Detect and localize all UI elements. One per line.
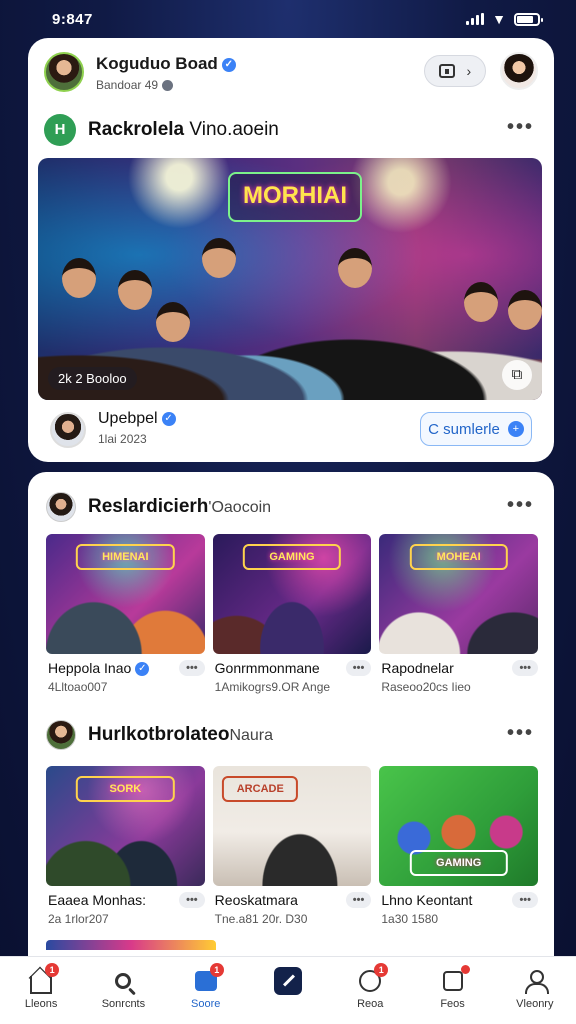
feed-card: Reslardicierh'Oaocoin ••• HIMENAI Heppol… <box>28 472 554 962</box>
item-more-button[interactable]: ••• <box>345 892 372 908</box>
item-more-button[interactable]: ••• <box>179 660 205 676</box>
item-more-button[interactable]: ••• <box>512 660 539 676</box>
featured-post-card: Koguduo Boad ✓ Bandoar 49 › H Rackrolela … <box>28 38 554 462</box>
list-item[interactable]: SORK Eaaea Monhas: 2a 1rlor207 ••• <box>46 766 205 926</box>
signal-icon <box>466 13 485 25</box>
status-time: 9:847 <box>52 11 93 28</box>
list-item[interactable]: ARCADE Reoskatmara Tne.a81 20r. D30 ••• <box>212 766 372 926</box>
battery-icon <box>514 12 543 26</box>
profile-name[interactable]: Koguduo Boad ✓ <box>96 54 236 74</box>
post-icon <box>273 967 302 995</box>
more-options-icon[interactable]: ••• <box>507 722 534 745</box>
next-post-preview <box>46 940 216 950</box>
thumbnail-row: HIMENAI Heppola Inao ✓ 4Lltoao007 ••• GAM… <box>46 534 539 694</box>
globe-icon <box>162 80 174 92</box>
thumbnail-row: SORK Eaaea Monhas: 2a 1rlor207 ••• ARCAD… <box>46 766 539 926</box>
person <box>202 238 236 278</box>
item-subtitle: 1Amikogrs9.OR Ange <box>214 680 331 694</box>
section-header: HurlkotbrolateoNaura ••• <box>44 718 538 752</box>
thumbnail-image[interactable]: SORK <box>46 766 205 886</box>
verified-icon: ✓ <box>135 662 150 677</box>
user-icon <box>524 970 549 994</box>
author-avatar[interactable] <box>50 412 86 448</box>
nav-store[interactable]: 1 Soore <box>170 963 242 1010</box>
thumbnail-image[interactable]: MOHEAI <box>379 534 539 654</box>
person <box>464 282 498 322</box>
item-title: Eaaea Monhas: <box>48 892 147 908</box>
person <box>338 248 372 288</box>
section-header: Reslardicierh'Oaocoin ••• <box>44 490 538 524</box>
person <box>156 302 190 342</box>
list-item[interactable]: GAMING Lhno Keontant 1a30 1580 ••• <box>379 766 539 926</box>
item-subtitle: 4Lltoao007 <box>48 680 108 694</box>
notification-badge: 1 <box>374 963 389 977</box>
notification-badge: 1 <box>45 963 60 977</box>
nav-reactions[interactable]: 1 Reoa <box>334 963 406 1010</box>
thumbnail-image[interactable]: HIMENAI <box>46 534 205 654</box>
bell-icon <box>442 971 463 991</box>
notification-dot <box>460 965 470 974</box>
bottom-nav: 1 Lleons Sonrcnts 1 Soore 1 Reoa Feos Vl… <box>0 956 576 1024</box>
hero-caption: 2k 2 Booloo <box>48 367 137 390</box>
list-item[interactable]: HIMENAI Heppola Inao ✓ 4Lltoao007 ••• <box>46 534 205 694</box>
item-title: Gonrmmonmane <box>214 660 320 676</box>
notification-badge: 1 <box>209 963 224 977</box>
home-icon <box>30 976 53 994</box>
section-avatar[interactable] <box>46 720 76 750</box>
item-title: Lhno Keontant <box>381 892 473 908</box>
page-header: H Rackrolela Vino.aoein ••• <box>44 112 538 146</box>
status-bar: 9:847 ▼ <box>0 0 576 38</box>
list-item[interactable]: GAMING Gonrmmonmane 1Amikogrs9.OR Ange •… <box>212 534 372 694</box>
account-avatar[interactable] <box>500 52 538 90</box>
nav-feeds[interactable]: Feos <box>417 965 489 1010</box>
hero-image[interactable]: MORHIAI 2k 2 Booloo ⧉ <box>38 158 542 400</box>
author-timestamp: 1lai 2023 <box>98 432 147 446</box>
section-avatar[interactable] <box>46 492 76 522</box>
person <box>62 258 96 298</box>
search-icon <box>115 973 132 989</box>
person <box>508 290 542 330</box>
item-more-button[interactable]: ••• <box>512 892 539 908</box>
verified-icon: ✓ <box>161 411 176 426</box>
author-name[interactable]: Upebpel ✓ <box>98 410 176 428</box>
neon-sign: MORHIAI <box>228 172 362 222</box>
page-title[interactable]: Rackrolela Vino.aoein <box>88 119 279 141</box>
page-logo-icon[interactable]: H <box>44 114 76 146</box>
nav-home[interactable]: 1 Lleons <box>5 963 77 1010</box>
item-subtitle: Raseoo20cs Iieo <box>381 680 471 694</box>
verified-icon: ✓ <box>221 57 236 72</box>
item-subtitle: Tne.a81 20r. D30 <box>214 912 308 926</box>
nav-create-post[interactable] <box>252 967 324 995</box>
item-more-button[interactable]: ••• <box>179 892 205 908</box>
person <box>118 270 152 310</box>
more-options-icon[interactable]: ••• <box>507 494 534 517</box>
item-subtitle: 1a30 1580 <box>381 912 439 926</box>
section-title[interactable]: HurlkotbrolateoNaura <box>88 724 273 746</box>
wifi-icon: ▼ <box>492 11 506 27</box>
plus-icon: + <box>507 421 524 437</box>
item-more-button[interactable]: ••• <box>345 660 372 676</box>
thumbnail-image[interactable]: GAMING <box>212 534 372 654</box>
more-options-icon[interactable]: ••• <box>507 116 534 139</box>
thumbnail-image[interactable]: GAMING <box>379 766 539 886</box>
item-title: Rapodnelar <box>381 660 454 676</box>
nav-search[interactable]: Sonrcnts <box>87 967 159 1010</box>
status-icons: ▼ <box>466 11 543 27</box>
item-title: Reoskatmara <box>214 892 298 908</box>
item-title: Heppola Inao ✓ <box>48 660 150 677</box>
chevron-right-icon: › <box>466 63 472 79</box>
thumbnail-image[interactable]: ARCADE <box>212 766 372 886</box>
list-item[interactable]: MOHEAI Rapodnelar Raseoo20cs Iieo ••• <box>379 534 539 694</box>
section-title[interactable]: Reslardicierh'Oaocoin <box>88 496 271 518</box>
profile-sub: Bandoar 49 <box>96 78 174 92</box>
avatar[interactable] <box>44 52 84 92</box>
item-subtitle: 2a 1rlor207 <box>48 912 109 926</box>
nav-profile[interactable]: Vleonry <box>499 967 571 1010</box>
expand-icon[interactable]: ⧉ <box>502 360 532 390</box>
home-icon <box>438 64 455 78</box>
author-row: Upebpel ✓ 1lai 2023 C sumlerle + <box>50 410 532 454</box>
home-switch-button[interactable]: › <box>424 55 486 87</box>
subscribe-button[interactable]: C sumlerle + <box>420 412 532 446</box>
